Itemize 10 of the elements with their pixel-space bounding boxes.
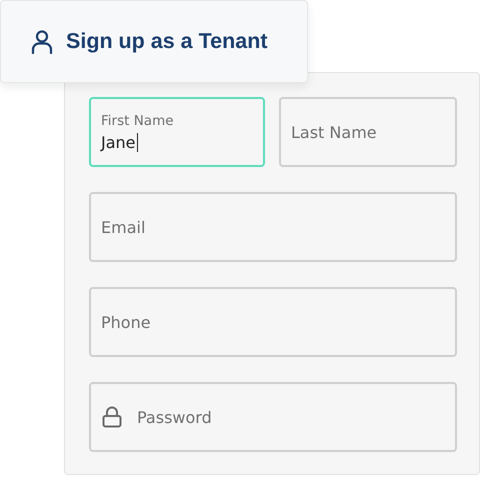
input-field[interactable]: Password <box>89 382 457 452</box>
header-title: Sign up as a Tenant <box>66 29 268 54</box>
input-field[interactable]: Phone <box>89 287 457 357</box>
input-field[interactable]: First Name Jane <box>89 97 265 167</box>
input-field[interactable]: Email <box>89 192 457 262</box>
field-value: Jane <box>101 132 136 152</box>
user-icon <box>31 30 53 54</box>
text-cursor <box>136 132 138 152</box>
input-field[interactable]: Last Name <box>279 97 457 167</box>
field-label: First Name <box>101 112 174 128</box>
